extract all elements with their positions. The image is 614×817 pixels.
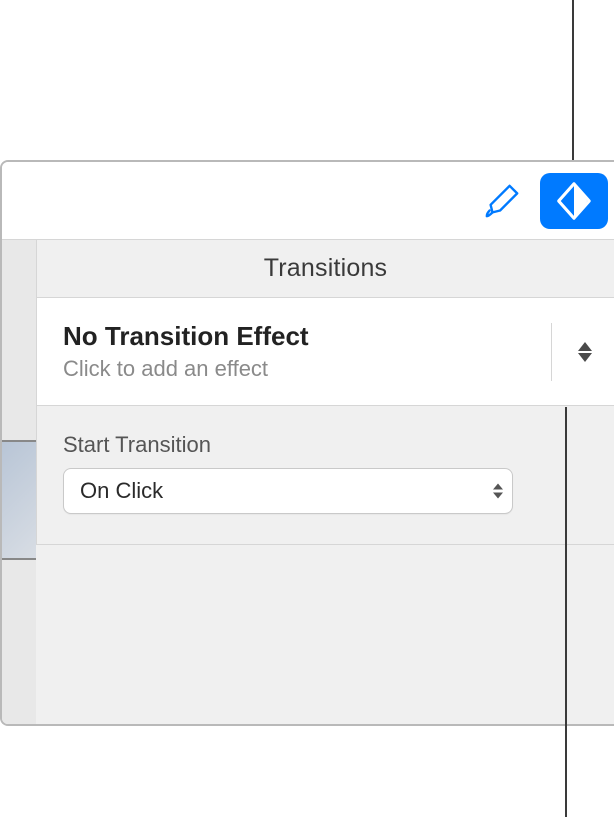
inspector-window: Transitions No Transition Effect Click t…	[0, 160, 614, 726]
start-transition-select-wrap: On Click	[63, 468, 513, 514]
transition-effect-row[interactable]: No Transition Effect Click to add an eff…	[36, 298, 614, 406]
select-chevrons-icon	[493, 484, 503, 499]
slide-thumbnail-edge[interactable]	[2, 440, 36, 560]
paintbrush-icon	[483, 182, 521, 220]
start-transition-label: Start Transition	[63, 432, 588, 458]
callout-line-bottom	[565, 407, 567, 817]
effect-text-column: No Transition Effect Click to add an eff…	[63, 321, 551, 382]
effect-stepper[interactable]	[551, 323, 600, 381]
start-transition-section: Start Transition On Click	[36, 406, 614, 545]
effect-subtitle: Click to add an effect	[63, 356, 551, 382]
toolbar	[2, 162, 614, 240]
start-transition-value: On Click	[80, 478, 163, 504]
animate-diamond-icon	[551, 178, 597, 224]
slide-navigator-edge	[2, 240, 36, 726]
transitions-panel: Transitions No Transition Effect Click t…	[36, 240, 614, 724]
chevron-up-icon	[578, 342, 592, 351]
panel-header: Transitions	[36, 240, 614, 298]
start-transition-select[interactable]: On Click	[63, 468, 513, 514]
animate-button[interactable]	[540, 173, 608, 229]
effect-title: No Transition Effect	[63, 321, 551, 352]
callout-line-top	[572, 0, 574, 178]
chevron-down-icon	[578, 353, 592, 362]
panel-title: Transitions	[264, 254, 388, 283]
format-button[interactable]	[468, 173, 536, 229]
